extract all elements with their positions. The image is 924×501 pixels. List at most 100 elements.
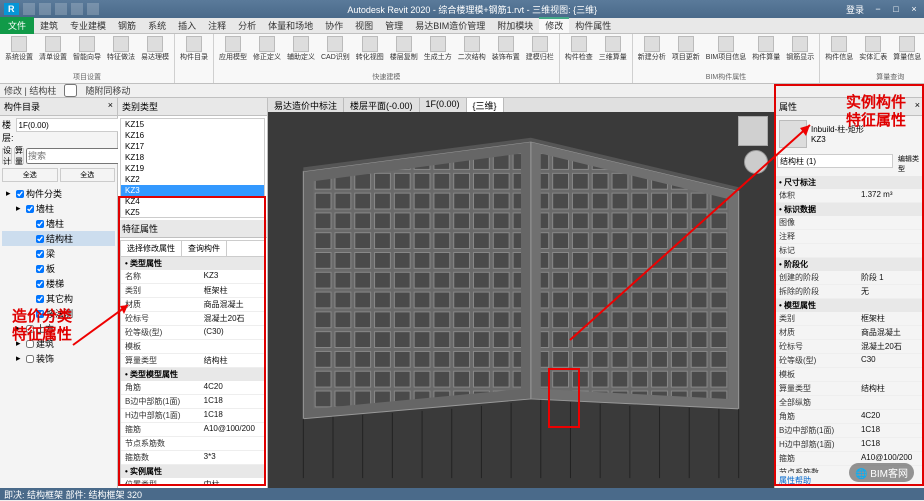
prop-section-header[interactable]: • 尺寸标注 [775,176,924,189]
ribbon-button[interactable]: 建模归栏 [524,35,556,72]
list-item[interactable]: KZ16 [121,130,264,141]
ribbon-tab[interactable]: 分析 [232,19,262,33]
list-item[interactable]: KZ18 [121,152,264,163]
panel-close-icon[interactable]: × [108,100,113,113]
qat-print-icon[interactable] [87,3,99,15]
prop-section-header[interactable]: • 实例属性 [121,465,264,478]
prop-value[interactable] [200,437,264,450]
user-label[interactable]: 登录 [846,3,864,16]
prop-value[interactable]: 商品混凝土 [857,326,924,339]
viewcube[interactable] [738,116,768,146]
tree-checkbox[interactable] [36,235,44,243]
file-tab[interactable]: 文件 [0,17,34,34]
tree-item[interactable]: ▸墙柱 [2,201,115,216]
ribbon-button[interactable]: 智能向导 [71,35,103,72]
minimize-icon[interactable]: − [872,4,884,14]
tree-item[interactable]: 楼梯 [2,276,115,291]
select-all-button[interactable]: 全选 [2,168,58,182]
ribbon-button[interactable]: 构件算量 [750,35,782,72]
ribbon-button[interactable]: 新建分析 [636,35,668,72]
ribbon-button[interactable]: 构件目录 [178,35,210,82]
ribbon-button[interactable]: BIM项目信息 [704,35,748,72]
ribbon-button[interactable]: 算量信息 [891,35,923,72]
ribbon-button[interactable]: CAD识别 [319,35,352,72]
option-checkbox[interactable] [64,84,77,97]
filter-quantity-button[interactable]: 算量 [14,148,24,164]
list-item[interactable]: KZ19 [121,163,264,174]
prop-section-header[interactable]: • 类型模型属性 [121,368,264,381]
list-item[interactable]: KZ3 [121,185,264,196]
prop-value[interactable] [857,244,924,257]
prop-value[interactable]: 4C20 [857,410,924,423]
prop-value[interactable]: 商品混凝土 [200,298,264,311]
edit-type-button[interactable]: 编辑类型 [895,154,922,174]
tree-item[interactable]: 其它构 [2,291,115,306]
prop-section-header[interactable]: • 标识数据 [775,203,924,216]
viewport-tab[interactable]: 易达造价中标注 [268,98,344,112]
floor-select[interactable] [16,118,132,132]
tree-item[interactable]: ▸装饰 [2,351,115,366]
prop-value[interactable]: (C30) [200,326,264,339]
tree-checkbox[interactable] [36,280,44,288]
prop-value[interactable]: 框架柱 [200,284,264,297]
prop-value[interactable]: 中柱 [200,478,264,485]
ribbon-tab[interactable]: 体量和场地 [262,19,319,33]
close-icon[interactable]: × [908,4,920,14]
prop-value[interactable]: 1C18 [857,424,924,437]
ribbon-tab[interactable]: 视图 [349,19,379,33]
viewport-tab[interactable]: 楼层平面(-0.00) [344,98,420,112]
maximize-icon[interactable]: □ [890,4,902,14]
tab-edit-props[interactable]: 选择修改属性 [121,241,182,256]
ribbon-button[interactable]: 修正定义 [251,35,283,72]
tree-item[interactable]: 按法测 [2,306,115,321]
prop-value[interactable]: 1C18 [200,409,264,422]
prop-value[interactable]: KZ3 [200,270,264,283]
type-list[interactable]: KZ15KZ16KZ17KZ18KZ19KZ2KZ3KZ4KZ5 [120,118,265,218]
prop-value[interactable]: 结构柱 [857,382,924,395]
list-item[interactable]: KZ2 [121,174,264,185]
ribbon-tab[interactable]: 构件属性 [569,19,617,33]
tree-checkbox[interactable] [36,220,44,228]
tree-checkbox[interactable] [26,205,34,213]
prop-value[interactable] [857,216,924,229]
ribbon-tab[interactable]: 管理 [379,19,409,33]
prop-value[interactable]: 结构柱 [200,354,264,367]
ribbon-tab[interactable]: 修改 [539,17,569,33]
ribbon-button[interactable]: 楼层复制 [388,35,420,72]
ribbon-button[interactable]: 实体汇表 [857,35,889,72]
tree-checkbox[interactable] [26,325,34,333]
tree-item[interactable]: 结构柱 [2,231,115,246]
tree-checkbox[interactable] [36,295,44,303]
tab-query[interactable]: 查询构件 [182,241,227,256]
ribbon-button[interactable]: 二次结构 [456,35,488,72]
deselect-all-button[interactable]: 全选 [60,168,116,182]
viewport-tab[interactable]: {三维} [467,98,504,112]
tree-checkbox[interactable] [26,340,34,348]
tree-item[interactable]: ▸土方 [2,321,115,336]
ribbon-button[interactable]: 辅助定义 [285,35,317,72]
prop-section-header[interactable]: • 阶段化 [775,258,924,271]
ribbon-button[interactable]: 三维算量 [597,35,629,82]
ribbon-tab[interactable]: 专业建模 [64,19,112,33]
tree-checkbox[interactable] [36,250,44,258]
nav-wheel[interactable] [744,150,768,174]
prop-value[interactable] [857,396,924,409]
prop-value[interactable] [857,368,924,381]
list-item[interactable]: KZ17 [121,141,264,152]
ribbon-button[interactable]: 构件信息 [823,35,855,72]
prop-value[interactable] [200,340,264,353]
3d-viewport[interactable]: 易达造价中标注楼层平面(-0.00)1F(0.00){三维} [268,98,774,488]
qat-open-icon[interactable] [23,3,35,15]
prop-value[interactable]: A10@100/200 [200,423,264,436]
prop-value[interactable]: 1C18 [857,438,924,451]
list-item[interactable]: KZ5 [121,207,264,218]
ribbon-tab[interactable]: 注释 [202,19,232,33]
tree-checkbox[interactable] [16,190,24,198]
ribbon-tab[interactable]: 协作 [319,19,349,33]
tree-item[interactable]: 梁 [2,246,115,261]
prop-value[interactable]: 混凝土20石 [857,340,924,353]
ribbon-tab[interactable]: 易达BIM造价管理 [409,19,491,33]
prop-value[interactable]: 框架柱 [857,312,924,325]
ribbon-tab[interactable]: 系统 [142,19,172,33]
filter-design-button[interactable]: 设计 [2,148,12,164]
